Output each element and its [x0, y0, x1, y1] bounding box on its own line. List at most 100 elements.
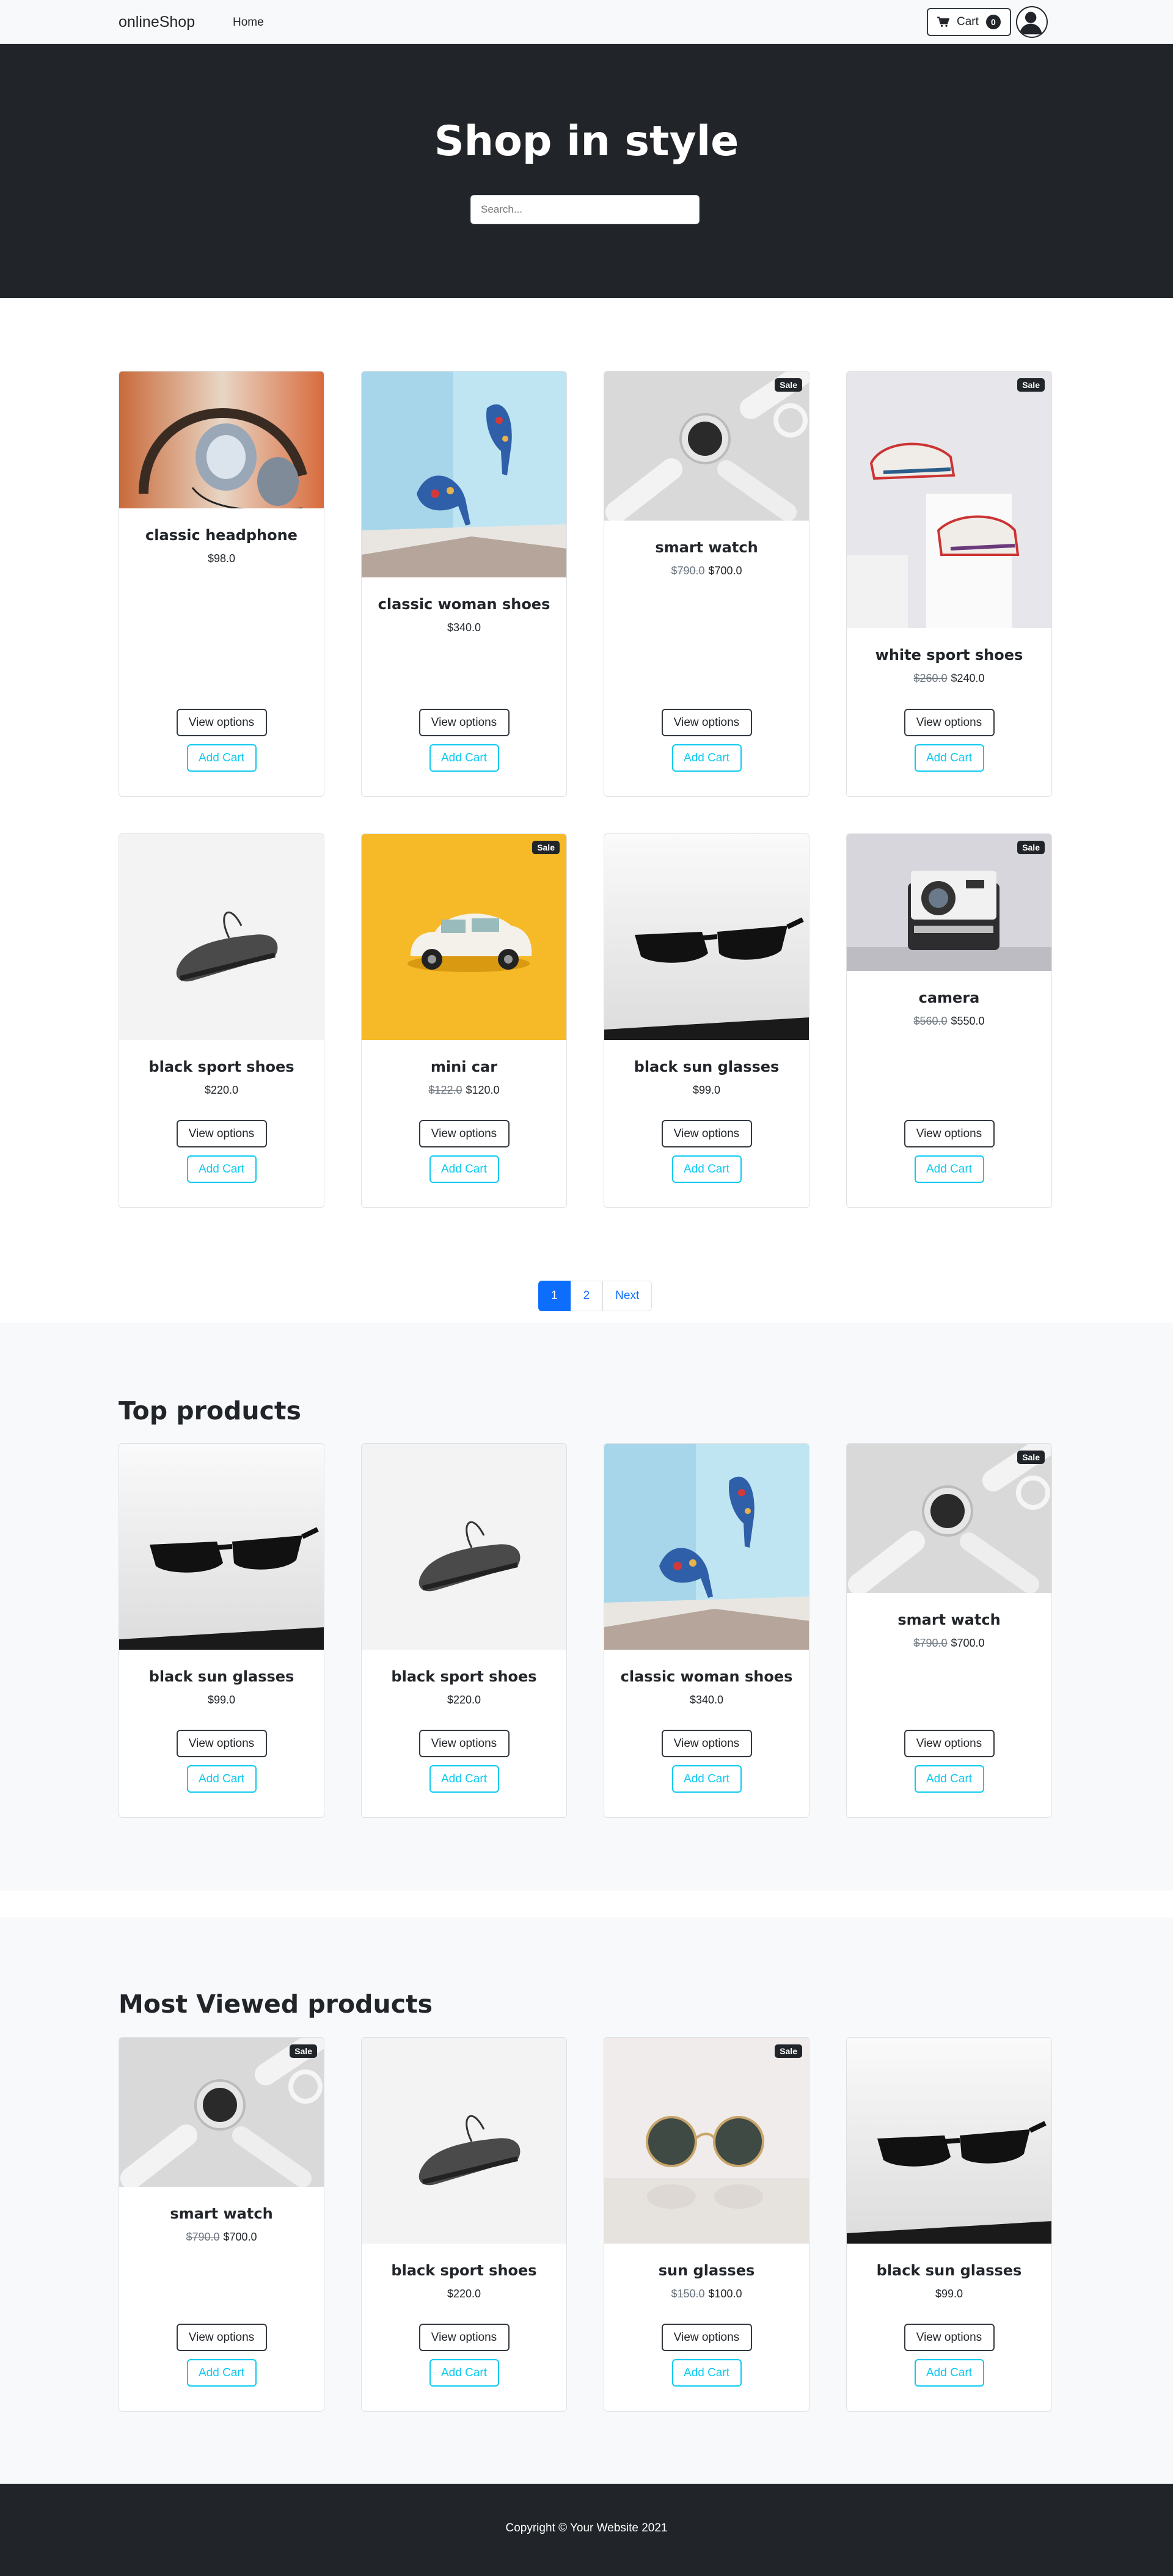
card-actions: View options Add Cart [176, 2324, 267, 2411]
product-name: classic headphone [145, 527, 298, 544]
card-actions: View options Add Cart [418, 1730, 510, 1817]
product-image[interactable] [119, 371, 324, 508]
view-options-button[interactable]: View options [176, 709, 267, 736]
product-name: sun glasses [658, 2262, 755, 2279]
add-cart-button[interactable]: Add Cart [671, 744, 742, 772]
view-options-button[interactable]: View options [418, 2324, 510, 2351]
product-image[interactable]: Sale [604, 371, 809, 521]
current-price: $700.0 [223, 2231, 257, 2243]
product-card: Sale smart watch $790.0 $700.0 View options A… [604, 371, 809, 797]
product-card: black sun glasses $99.0 View options Add Ca… [119, 1443, 324, 1818]
card-actions: View options Add Cart [661, 1730, 752, 1817]
add-cart-button[interactable]: Add Cart [914, 744, 984, 772]
product-image[interactable] [362, 1444, 566, 1650]
view-options-button[interactable]: View options [661, 709, 752, 736]
sale-badge: Sale [1017, 841, 1045, 854]
user-avatar[interactable] [1016, 6, 1048, 38]
product-image[interactable] [119, 1444, 324, 1650]
add-cart-button[interactable]: Add Cart [429, 2359, 499, 2387]
product-price: $99.0 [693, 1084, 720, 1097]
view-options-button[interactable]: View options [176, 1120, 267, 1147]
product-image[interactable] [604, 834, 809, 1040]
view-options-button[interactable]: View options [418, 1120, 510, 1147]
product-image[interactable] [362, 371, 566, 577]
product-image[interactable]: Sale [847, 1444, 1051, 1593]
product-price: $122.0 $120.0 [428, 1084, 499, 1097]
sale-badge: Sale [775, 2044, 802, 2058]
nav-link-home[interactable]: Home [233, 16, 264, 29]
current-price: $220.0 [447, 2288, 481, 2300]
view-options-button[interactable]: View options [418, 709, 510, 736]
add-cart-button[interactable]: Add Cart [671, 1155, 742, 1183]
footer: Copyright © Your Website 2021 [0, 2484, 1173, 2576]
view-options-button[interactable]: View options [904, 709, 995, 736]
most-viewed-grid: Sale smart watch $790.0 $700.0 View options A… [119, 2037, 1054, 2412]
product-price: $260.0 $240.0 [913, 672, 984, 685]
add-cart-button[interactable]: Add Cart [671, 2359, 742, 2387]
add-cart-button[interactable]: Add Cart [186, 1155, 257, 1183]
product-price: $99.0 [208, 1694, 235, 1707]
add-cart-button[interactable]: Add Cart [186, 2359, 257, 2387]
product-card: Sale camera $560.0 $550.0 View options Add Ca… [846, 833, 1052, 1208]
view-options-button[interactable]: View options [904, 2324, 995, 2351]
view-options-button[interactable]: View options [176, 2324, 267, 2351]
product-price: $220.0 [447, 2288, 481, 2300]
card-actions: View options Add Cart [904, 2324, 995, 2411]
card-actions: View options Add Cart [418, 709, 510, 796]
product-card: Sale smart watch $790.0 $700.0 View options A… [846, 1443, 1052, 1818]
pagination: 1 2 Next [538, 1281, 652, 1311]
product-image[interactable] [604, 1444, 809, 1650]
view-options-button[interactable]: View options [904, 1120, 995, 1147]
product-grid: classic headphone $98.0 View options Add Ca… [119, 371, 1054, 1208]
product-price: $790.0 $700.0 [186, 2231, 257, 2244]
product-name: black sun glasses [634, 1058, 780, 1075]
current-price: $99.0 [935, 2288, 963, 2300]
product-image[interactable] [362, 2038, 566, 2244]
product-card: Sale smart watch $790.0 $700.0 View options A… [119, 2037, 324, 2412]
product-name: white sport shoes [875, 646, 1023, 664]
add-cart-button[interactable]: Add Cart [914, 1765, 984, 1793]
current-price: $220.0 [447, 1694, 481, 1706]
view-options-button[interactable]: View options [661, 1730, 752, 1757]
view-options-button[interactable]: View options [904, 1730, 995, 1757]
add-cart-button[interactable]: Add Cart [429, 744, 499, 772]
product-image[interactable] [847, 2038, 1051, 2244]
product-image[interactable]: Sale [847, 371, 1051, 628]
product-image[interactable]: Sale [119, 2038, 324, 2187]
page-1-link[interactable]: 1 [538, 1281, 571, 1311]
current-price: $700.0 [708, 565, 742, 577]
product-price: $340.0 [690, 1694, 723, 1707]
add-cart-button[interactable]: Add Cart [914, 2359, 984, 2387]
add-cart-button[interactable]: Add Cart [671, 1765, 742, 1793]
card-actions: View options Add Cart [418, 1120, 510, 1207]
product-name: mini car [430, 1058, 498, 1075]
sale-badge: Sale [1017, 378, 1045, 392]
page-2-link[interactable]: 2 [570, 1281, 603, 1311]
view-options-button[interactable]: View options [418, 1730, 510, 1757]
add-cart-button[interactable]: Add Cart [186, 1765, 257, 1793]
card-actions: View options Add Cart [904, 1120, 995, 1207]
add-cart-button[interactable]: Add Cart [914, 1155, 984, 1183]
product-card: black sun glasses $99.0 View options Add Ca… [604, 833, 809, 1208]
view-options-button[interactable]: View options [661, 2324, 752, 2351]
brand-logo[interactable]: onlineShop [119, 13, 195, 31]
add-cart-button[interactable]: Add Cart [186, 744, 257, 772]
product-price: $560.0 $550.0 [913, 1015, 984, 1028]
next-page-link[interactable]: Next [602, 1281, 652, 1311]
top-products-grid: black sun glasses $99.0 View options Add Ca… [119, 1443, 1054, 1818]
search-input[interactable] [470, 195, 700, 224]
cart-button[interactable]: Cart 0 [927, 8, 1011, 36]
product-image[interactable] [119, 834, 324, 1040]
card-actions: View options Add Cart [176, 1120, 267, 1207]
view-options-button[interactable]: View options [176, 1730, 267, 1757]
product-image[interactable]: Sale [604, 2038, 809, 2244]
add-cart-button[interactable]: Add Cart [429, 1155, 499, 1183]
product-price: $790.0 $700.0 [913, 1637, 984, 1650]
view-options-button[interactable]: View options [661, 1120, 752, 1147]
sale-badge: Sale [1017, 1451, 1045, 1464]
product-image[interactable]: Sale [847, 834, 1051, 971]
product-image[interactable]: Sale [362, 834, 566, 1040]
add-cart-button[interactable]: Add Cart [429, 1765, 499, 1793]
current-price: $99.0 [692, 1084, 721, 1096]
product-name: classic woman shoes [378, 596, 550, 613]
